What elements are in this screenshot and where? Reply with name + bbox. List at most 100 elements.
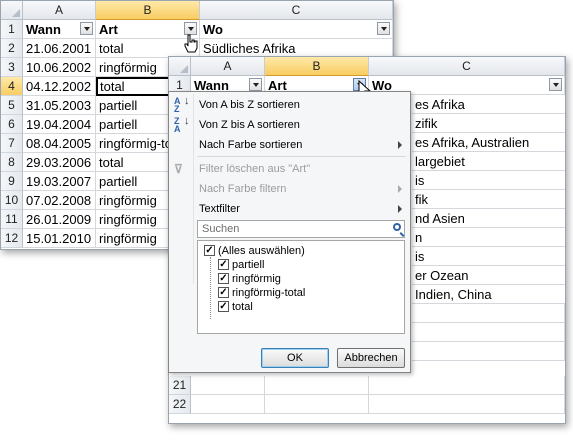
row-header[interactable]: 1 xyxy=(1,20,23,39)
select-all-corner[interactable] xyxy=(169,57,191,76)
cell[interactable]: 08.04.2005 xyxy=(23,134,96,153)
row-header[interactable]: 4 xyxy=(1,77,23,96)
clear-filter-icon: ⊽ xyxy=(174,162,183,176)
submenu-arrow-icon xyxy=(398,205,402,213)
submenu-arrow-icon xyxy=(398,185,402,193)
cell-value: partiell xyxy=(99,174,138,189)
header-label: Art xyxy=(99,22,118,37)
checkbox-checked[interactable]: ✓ xyxy=(218,259,229,270)
menu-item-text-filter[interactable]: Textfilter xyxy=(199,200,240,218)
header-cell[interactable]: Wann xyxy=(23,20,96,39)
header-label: Wo xyxy=(203,22,223,37)
cell[interactable] xyxy=(369,376,565,395)
cell[interactable] xyxy=(412,304,565,323)
menu-item-sort-za[interactable]: Von Z bis A sortieren xyxy=(199,116,300,134)
search-input[interactable]: Suchen xyxy=(197,220,405,238)
cell-value: ringförmig xyxy=(99,193,157,208)
select-all-corner[interactable] xyxy=(1,1,23,20)
checkbox-checked[interactable]: ✓ xyxy=(218,301,229,312)
filter-dropdown-button[interactable] xyxy=(249,78,262,91)
checkbox-checked[interactable]: ✓ xyxy=(204,245,215,256)
row-header[interactable]: 10 xyxy=(1,191,23,210)
row-header[interactable]: 22 xyxy=(169,395,191,414)
search-icon[interactable] xyxy=(393,223,401,231)
row-header[interactable]: 3 xyxy=(1,58,23,77)
cell-value: ringförmig xyxy=(99,60,157,75)
cell-value: total xyxy=(100,79,125,94)
cell[interactable] xyxy=(191,395,265,414)
row-header[interactable]: 21 xyxy=(169,376,191,395)
cell[interactable]: 10.06.2002 xyxy=(23,58,96,77)
cell-value: ringförmig xyxy=(99,212,157,227)
cell-value: partiell xyxy=(99,98,138,113)
cell[interactable]: 04.12.2002 xyxy=(23,77,96,96)
cell[interactable] xyxy=(191,376,265,395)
column-header-a[interactable]: A xyxy=(191,57,265,76)
cell-value-partial[interactable]: Indien, China xyxy=(412,285,565,304)
menu-item-sort-by-color[interactable]: Nach Farbe sortieren xyxy=(199,136,302,154)
cell-value: 31.05.2003 xyxy=(26,98,92,113)
filter-dropdown-button[interactable] xyxy=(549,78,562,91)
cell[interactable] xyxy=(265,376,369,395)
tree-line xyxy=(210,257,211,319)
column-header-a[interactable]: A xyxy=(23,1,96,20)
cell-value-partial[interactable]: largebiet xyxy=(412,152,565,171)
cell-value-partial[interactable]: es Afrika, Australien xyxy=(412,133,565,152)
cell[interactable] xyxy=(412,342,565,361)
cell[interactable]: 29.03.2006 xyxy=(23,153,96,172)
filter-option-label: ringförmig-total xyxy=(232,287,306,299)
row-header[interactable]: 5 xyxy=(1,96,23,115)
cell-value-partial[interactable]: es Afrika xyxy=(412,95,565,114)
cell[interactable]: 31.05.2003 xyxy=(23,96,96,115)
cell[interactable]: 15.01.2010 xyxy=(23,229,96,248)
cell-value-partial[interactable]: zifik xyxy=(412,114,565,133)
checkbox-checked[interactable]: ✓ xyxy=(218,273,229,284)
cell-value: 08.04.2005 xyxy=(26,136,92,151)
cell[interactable]: 26.01.2009 xyxy=(23,210,96,229)
cell[interactable] xyxy=(412,323,565,342)
cell[interactable]: 19.04.2004 xyxy=(23,115,96,134)
cell-value: Südliches Afrika xyxy=(203,41,296,56)
row-header[interactable]: 2 xyxy=(1,39,23,58)
hand-cursor-icon xyxy=(184,34,198,53)
cell-value-partial[interactable]: nd Asien xyxy=(412,209,565,228)
cell-value: 10.06.2002 xyxy=(26,60,92,75)
column-header-c[interactable]: C xyxy=(369,57,565,76)
cell-value: 15.01.2010 xyxy=(26,231,92,246)
row-header[interactable]: 9 xyxy=(1,172,23,191)
checkbox-checked[interactable]: ✓ xyxy=(218,287,229,298)
cell-value-partial[interactable]: fik xyxy=(412,190,565,209)
cell[interactable] xyxy=(369,395,565,414)
cell[interactable]: 19.03.2007 xyxy=(23,172,96,191)
cell[interactable]: 21.06.2001 xyxy=(23,39,96,58)
row-header[interactable]: 7 xyxy=(1,134,23,153)
menu-item-filter-by-color: Nach Farbe filtern xyxy=(199,183,287,195)
cell-value: partiell xyxy=(99,117,138,132)
cell-value: 21.06.2001 xyxy=(26,41,92,56)
row-header[interactable]: 6 xyxy=(1,115,23,134)
cell-value-partial[interactable]: er Ozean xyxy=(412,266,565,285)
cell-value-partial[interactable]: is xyxy=(412,171,565,190)
cell-value: 19.03.2007 xyxy=(26,174,92,189)
column-header-c[interactable]: C xyxy=(200,1,393,20)
cell[interactable]: 07.02.2008 xyxy=(23,191,96,210)
menu-item-sort-az[interactable]: Von A bis Z sortieren xyxy=(199,96,300,114)
row-header[interactable]: 11 xyxy=(1,210,23,229)
row-header[interactable]: 8 xyxy=(1,153,23,172)
row-header[interactable]: 12 xyxy=(1,229,23,248)
column-header-b[interactable]: B xyxy=(265,57,369,76)
filter-values-list[interactable]: ✓ (Alles auswählen) ✓ partiell ✓ ringför… xyxy=(197,240,405,334)
cancel-button[interactable]: Abbrechen xyxy=(337,348,405,368)
filter-dropdown-button[interactable] xyxy=(80,22,93,35)
cell-value-partial[interactable]: n xyxy=(412,228,565,247)
cell-value: 07.02.2008 xyxy=(26,193,92,208)
cell-value: total xyxy=(99,155,124,170)
column-header-b[interactable]: B xyxy=(96,1,200,20)
cell-value: 19.04.2004 xyxy=(26,117,92,132)
header-cell[interactable]: Wo xyxy=(200,20,393,39)
cell[interactable] xyxy=(265,395,369,414)
filter-dropdown-button[interactable] xyxy=(377,22,390,35)
cell-value-partial[interactable]: is xyxy=(412,247,565,266)
menu-separator xyxy=(197,156,406,157)
ok-button[interactable]: OK xyxy=(261,348,329,368)
